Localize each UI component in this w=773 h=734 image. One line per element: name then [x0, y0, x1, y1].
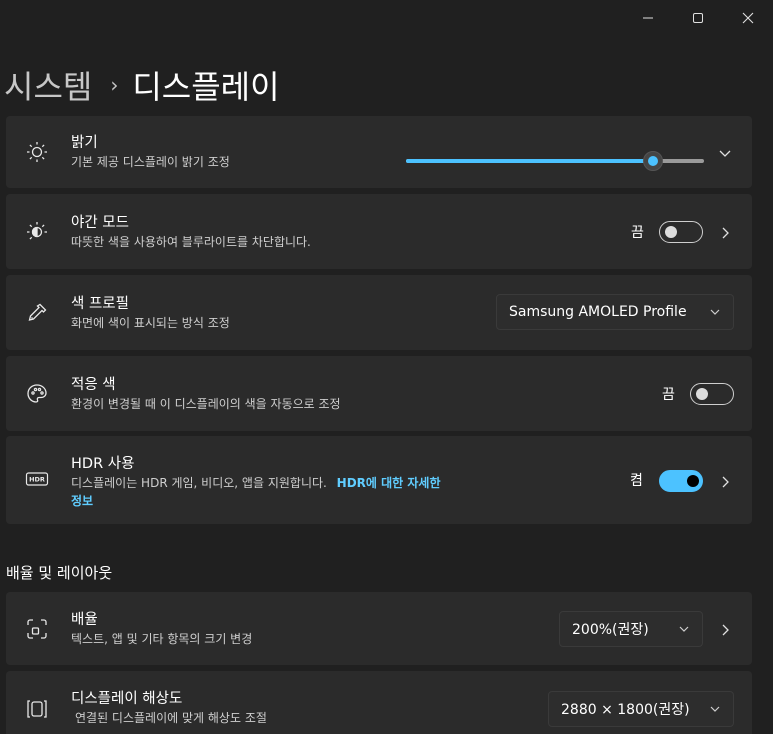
- color-profile-dropdown[interactable]: Samsung AMOLED Profile: [496, 294, 734, 330]
- hdr-description: 디스플레이는 HDR 게임, 비디오, 앱을 지원합니다.: [71, 476, 327, 490]
- night-light-description: 따뜻한 색을 사용하여 블루라이트를 차단합니다.: [71, 235, 311, 249]
- palette-icon: [24, 381, 50, 407]
- layout-section-title: 배율 및 레이아웃: [6, 564, 113, 582]
- night-light-texts: 야간 모드 따뜻한 색을 사용하여 블루라이트를 차단합니다.: [71, 213, 311, 251]
- hdr-texts: HDR 사용 디스플레이는 HDR 게임, 비디오, 앱을 지원합니다. HDR…: [71, 454, 441, 510]
- resolution-value: 2880 × 1800(권장): [561, 702, 690, 718]
- chevron-right-icon[interactable]: [718, 622, 732, 636]
- slider-fill: [406, 159, 654, 163]
- color-profile-description: 화면에 색이 표시되는 방식 조정: [71, 316, 230, 330]
- color-profile-title: 색 프로필: [71, 296, 129, 312]
- close-button[interactable]: [723, 0, 773, 36]
- svg-text:HDR: HDR: [29, 476, 45, 484]
- hdr-card[interactable]: HDR HDR 사용 디스플레이는 HDR 게임, 비디오, 앱을 지원합니다.…: [6, 436, 752, 524]
- color-profile-value: Samsung AMOLED Profile: [509, 304, 687, 320]
- toggle-knob: [696, 388, 708, 400]
- adaptive-color-state: 끔: [662, 387, 675, 403]
- slider-thumb[interactable]: [643, 151, 664, 171]
- resolution-icon: [24, 696, 50, 722]
- hdr-title: HDR 사용: [71, 456, 135, 472]
- breadcrumb-parent[interactable]: 시스템: [4, 62, 92, 108]
- resolution-description: 연결된 디스플레이에 맞게 해상도 조절: [75, 711, 267, 725]
- minimize-icon: [642, 9, 654, 28]
- hdr-info-link-line2[interactable]: 정보: [71, 494, 93, 508]
- chevron-down-icon: [678, 623, 690, 635]
- night-light-toggle[interactable]: [659, 221, 703, 243]
- chevron-right-icon[interactable]: [718, 225, 732, 239]
- resolution-dropdown[interactable]: 2880 × 1800(권장): [548, 691, 734, 727]
- close-icon: [742, 9, 754, 28]
- color-profile-card: 색 프로필 화면에 색이 표시되는 방식 조정 Samsung AMOLED P…: [6, 275, 752, 350]
- chevron-down-icon: [709, 306, 721, 318]
- chevron-down-icon: [709, 703, 721, 715]
- toggle-knob: [687, 475, 699, 487]
- scale-description: 텍스트, 앱 및 기타 항목의 크기 변경: [71, 632, 253, 646]
- adaptive-color-toggle[interactable]: [690, 383, 734, 405]
- scale-texts: 배율 텍스트, 앱 및 기타 항목의 크기 변경: [71, 610, 252, 648]
- page-title: 디스플레이: [132, 68, 280, 106]
- brightness-title: 밝기: [71, 135, 98, 151]
- resolution-card: 디스플레이 해상도 연결된 디스플레이에 맞게 해상도 조절 2880 × 18…: [6, 671, 752, 734]
- hdr-description-line: 디스플레이는 HDR 게임, 비디오, 앱을 지원합니다. HDR에 대한 자세…: [71, 474, 441, 492]
- adaptive-color-description: 환경이 변경될 때 이 디스플레이의 색을 자동으로 조정: [71, 397, 341, 411]
- brightness-slider[interactable]: [406, 151, 704, 171]
- brightness-description: 기본 제공 디스플레이 밝기 조정: [71, 155, 230, 169]
- hdr-info-link[interactable]: HDR에 대한 자세한: [337, 476, 441, 490]
- hdr-state: 켬: [630, 473, 643, 489]
- scale-icon: [24, 616, 50, 642]
- adaptive-color-title: 적응 색: [71, 377, 116, 393]
- resolution-texts: 디스플레이 해상도 연결된 디스플레이에 맞게 해상도 조절: [71, 689, 267, 727]
- night-light-icon: [24, 219, 50, 245]
- maximize-icon: [692, 9, 704, 28]
- resolution-title: 디스플레이 해상도: [71, 691, 183, 707]
- color-profile-texts: 색 프로필 화면에 색이 표시되는 방식 조정: [71, 294, 230, 332]
- chevron-down-icon[interactable]: [718, 145, 732, 159]
- hdr-info-link-line2-row: 정보: [71, 492, 441, 510]
- brightness-texts: 밝기 기본 제공 디스플레이 밝기 조정: [71, 133, 230, 171]
- night-light-card[interactable]: 야간 모드 따뜻한 색을 사용하여 블루라이트를 차단합니다. 끔: [6, 194, 752, 269]
- hdr-icon: HDR: [24, 466, 50, 492]
- brightness-card[interactable]: 밝기 기본 제공 디스플레이 밝기 조정: [6, 116, 752, 188]
- hdr-toggle[interactable]: [659, 470, 703, 492]
- adaptive-color-card[interactable]: 적응 색 환경이 변경될 때 이 디스플레이의 색을 자동으로 조정 끔: [6, 356, 752, 431]
- chevron-right-icon[interactable]: [718, 474, 732, 488]
- scale-value: 200%(권장): [572, 622, 649, 638]
- breadcrumb-separator-icon: ›: [110, 73, 119, 97]
- dropper-icon: [24, 300, 50, 326]
- toggle-knob: [665, 226, 677, 238]
- breadcrumb: 시스템 › 디스플레이: [4, 62, 280, 108]
- scale-title: 배율: [71, 612, 98, 628]
- sun-icon: [24, 139, 50, 165]
- night-light-state: 끔: [631, 225, 644, 241]
- scale-card[interactable]: 배율 텍스트, 앱 및 기타 항목의 크기 변경 200%(권장): [6, 592, 752, 665]
- maximize-button[interactable]: [673, 0, 723, 36]
- adaptive-color-texts: 적응 색 환경이 변경될 때 이 디스플레이의 색을 자동으로 조정: [71, 375, 341, 413]
- window-controls: [623, 0, 773, 36]
- night-light-title: 야간 모드: [71, 215, 129, 231]
- scale-dropdown[interactable]: 200%(권장): [559, 611, 703, 647]
- minimize-button[interactable]: [623, 0, 673, 36]
